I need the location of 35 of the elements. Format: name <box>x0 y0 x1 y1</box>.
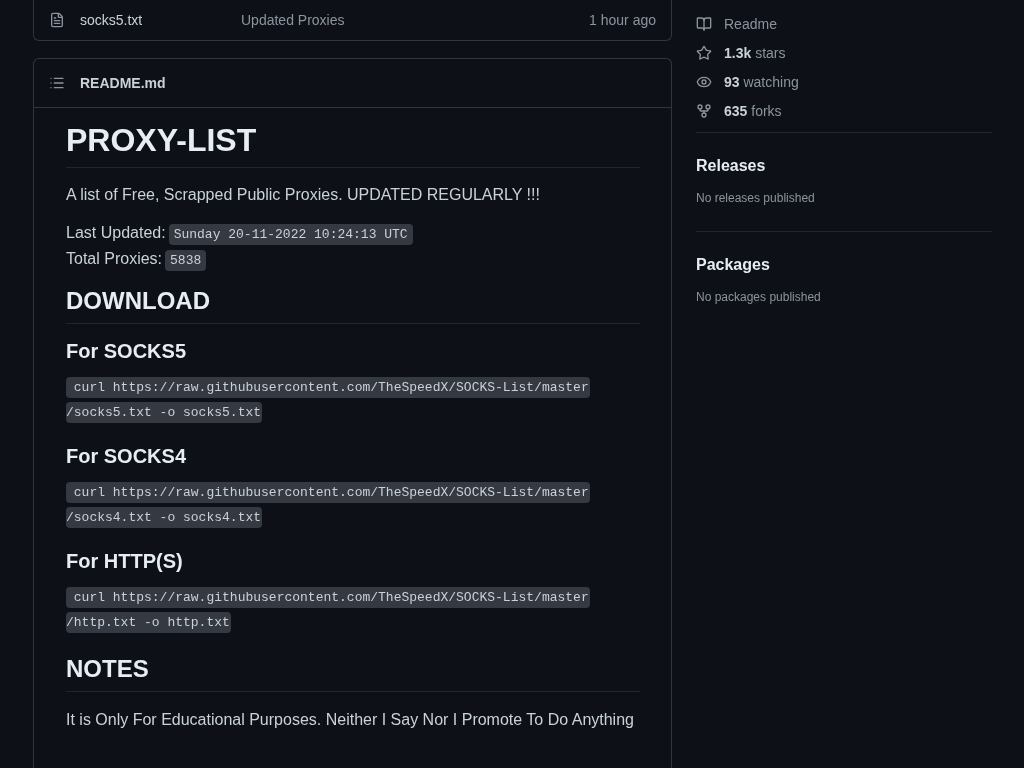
command-code: curl https://raw.githubusercontent.com/TheSpeedX/SOCKS-List/master <box>66 587 590 608</box>
paragraph: A list of Free, Scrapped Public Proxies. UPDATED REGULARLY !!! <box>66 185 541 205</box>
commit-message: Updated Proxies <box>241 12 346 28</box>
paragraph: It is Only For Educational Purposes. Neither I Say Nor I Promote To Do Anything <box>66 710 635 730</box>
meta-label: Last Updated: <box>66 224 166 241</box>
section-heading: DOWNLOAD <box>66 287 640 324</box>
inline-code: Sunday 20-11-2022 10:24:13 UTC <box>168 224 413 245</box>
commit-time: 1 hour ago <box>589 12 656 28</box>
star-icon <box>696 44 712 61</box>
list-icon[interactable] <box>49 75 65 91</box>
repo-stat-link[interactable]: 93 watching <box>696 67 992 96</box>
repo-stat-link[interactable]: 635 forks <box>696 96 992 125</box>
command-code: /http.txt -o http.txt <box>66 612 231 633</box>
section-title[interactable]: Releases <box>696 157 992 175</box>
file-name-link[interactable]: socks5.txt <box>80 12 241 28</box>
command-code: /socks5.txt -o socks5.txt <box>66 402 263 423</box>
command-code: curl https://raw.githubusercontent.com/TheSpeedX/SOCKS-List/master <box>66 482 590 503</box>
subsection-heading: For SOCKS5 <box>66 340 188 363</box>
section-title[interactable]: Packages <box>696 256 992 274</box>
command-code: /socks4.txt -o socks4.txt <box>66 507 263 528</box>
section-note: No releases published <box>696 191 816 205</box>
readme-filename: README.md <box>80 75 166 91</box>
repo-stat-link[interactable]: Readme <box>696 9 992 38</box>
readme-title: PROXY-LIST <box>66 122 640 168</box>
command-code: curl https://raw.githubusercontent.com/TheSpeedX/SOCKS-List/master <box>66 377 590 398</box>
subsection-heading: For SOCKS4 <box>66 445 188 468</box>
fork-icon <box>696 102 712 119</box>
section-heading: NOTES <box>66 655 640 692</box>
meta-label: Total Proxies: <box>66 250 163 267</box>
repo-stat-link[interactable]: 1.3k stars <box>696 38 992 67</box>
file-icon <box>49 12 65 28</box>
subsection-heading: For HTTP(S) <box>66 550 184 573</box>
inline-code: 5838 <box>165 250 207 271</box>
section-note: No packages published <box>696 290 822 304</box>
book-icon <box>696 15 712 32</box>
